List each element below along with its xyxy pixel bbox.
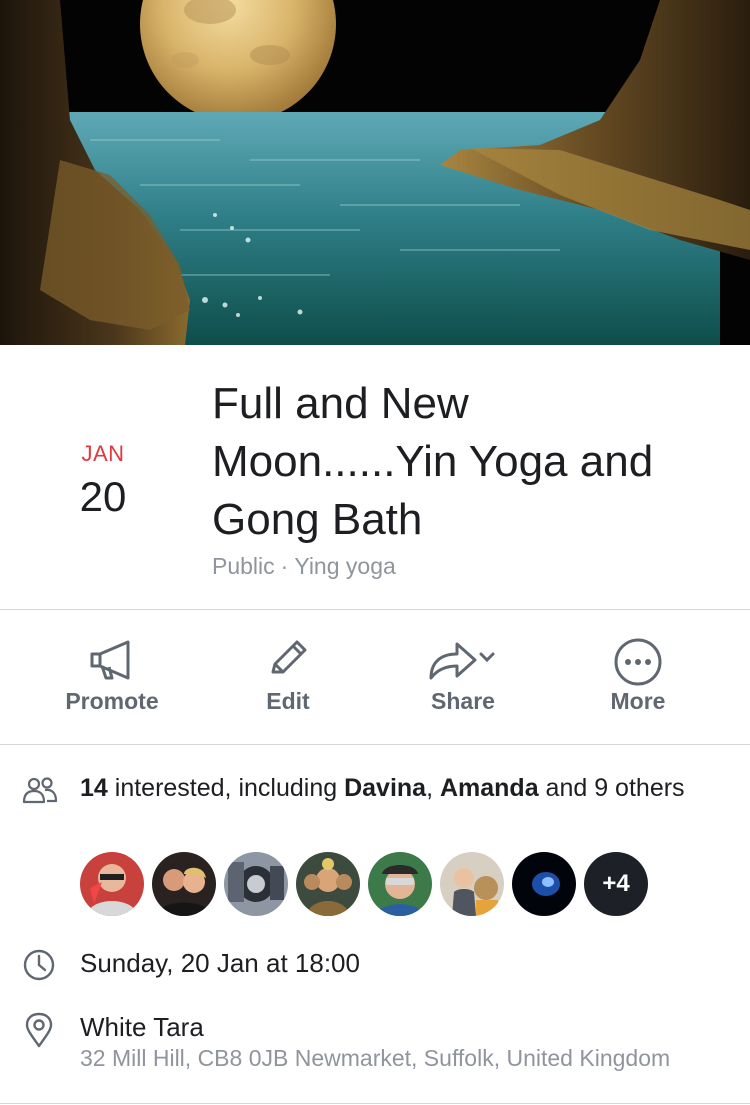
megaphone-icon xyxy=(90,640,130,680)
avatar[interactable] xyxy=(296,852,360,916)
location-pin-icon xyxy=(22,1012,56,1053)
event-header: JAN 20 Full and New Moon......Yin Yoga a… xyxy=(0,345,750,610)
event-host-link[interactable]: Ying yoga xyxy=(294,553,395,579)
interested-friend-name[interactable]: Davina xyxy=(344,774,426,802)
interested-friend-name[interactable]: Amanda xyxy=(440,774,539,802)
interested-comma: , xyxy=(426,774,440,802)
meta-separator: · xyxy=(280,553,289,579)
clock-icon xyxy=(22,948,56,987)
share-button[interactable]: Share xyxy=(375,610,551,744)
event-action-bar: Promote Edit Share More xyxy=(0,610,750,745)
location-address[interactable]: 32 Mill Hill, CB8 0JB Newmarket, Suffolk… xyxy=(80,1044,680,1073)
avatar[interactable] xyxy=(368,852,432,916)
divider xyxy=(0,1103,750,1104)
event-date-day: 20 xyxy=(79,473,127,520)
event-datetime[interactable]: Sunday, 20 Jan at 18:00 xyxy=(80,948,360,979)
interested-count: 14 xyxy=(80,774,108,802)
promote-label: Promote xyxy=(65,688,159,714)
location-name[interactable]: White Tara xyxy=(80,1012,204,1043)
share-label: Share xyxy=(431,688,495,714)
avatar[interactable] xyxy=(152,852,216,916)
edit-button[interactable]: Edit xyxy=(200,610,376,744)
avatar[interactable] xyxy=(80,852,144,916)
avatar-overflow-count[interactable]: +4 xyxy=(584,852,648,916)
more-button[interactable]: More xyxy=(550,610,726,744)
event-date-month: JAN xyxy=(81,441,125,466)
event-title-line: Full and New xyxy=(212,379,469,428)
people-icon xyxy=(22,776,58,809)
avatar[interactable] xyxy=(440,852,504,916)
event-title: Full and New Moon......Yin Yoga and Gong… xyxy=(212,375,712,549)
more-dots-icon xyxy=(614,638,662,686)
pencil-icon xyxy=(271,640,307,674)
avatar[interactable] xyxy=(512,852,576,916)
event-title-line: Gong Bath xyxy=(212,495,423,544)
cover-image xyxy=(0,0,750,345)
interested-others: and 9 others xyxy=(538,774,685,802)
interested-summary[interactable]: 14 interested, including Davina, Amanda … xyxy=(80,772,720,805)
edit-label: Edit xyxy=(266,688,310,714)
event-meta: Public · Ying yoga xyxy=(212,553,396,580)
more-label: More xyxy=(610,688,666,714)
event-title-line: Moon......Yin Yoga and xyxy=(212,437,654,486)
interested-text: interested, including xyxy=(107,774,345,802)
event-visibility: Public xyxy=(212,553,275,579)
event-cover-photo[interactable] xyxy=(0,0,750,345)
chevron-down-icon xyxy=(479,652,495,663)
share-arrow-icon xyxy=(429,642,495,680)
promote-button[interactable]: Promote xyxy=(24,610,200,744)
avatar[interactable] xyxy=(224,852,288,916)
